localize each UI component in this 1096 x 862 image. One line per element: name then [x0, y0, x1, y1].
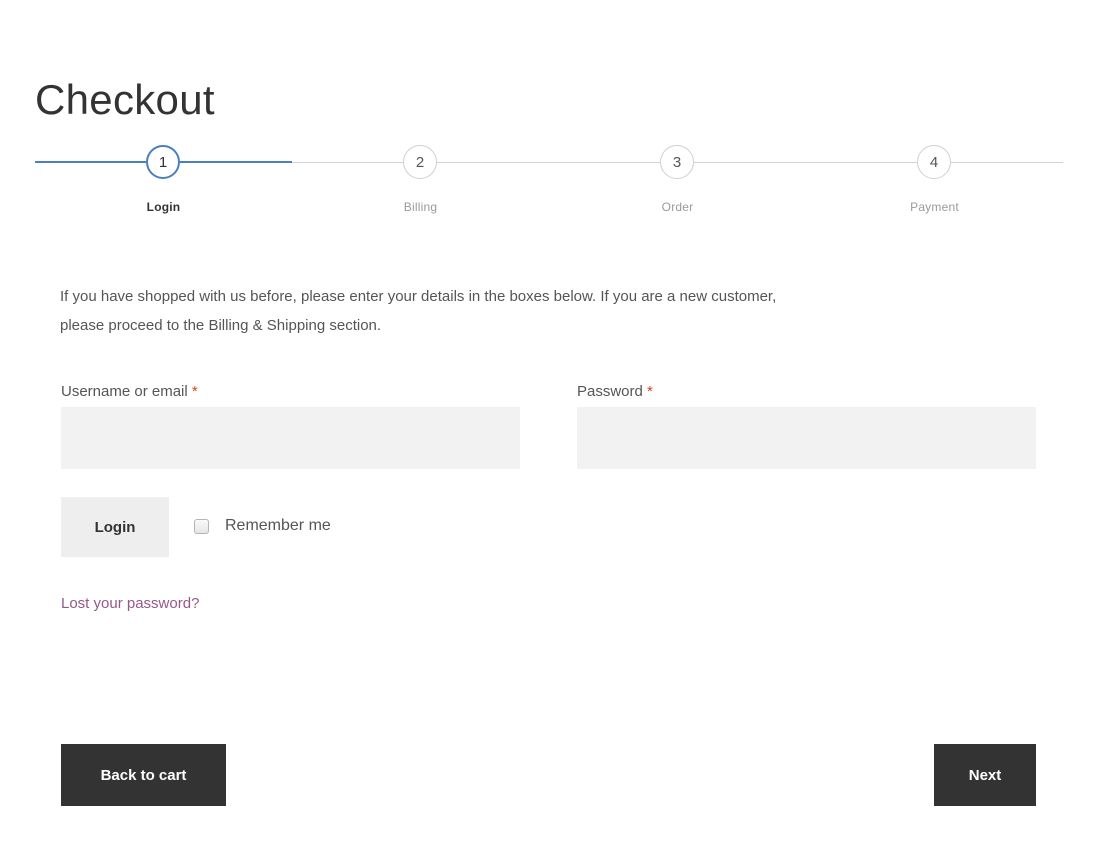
step-connector [180, 161, 292, 163]
checkout-page: Checkout 1 Login 2 Billing 3 Order 4 Pay… [0, 0, 1096, 862]
required-marker: * [191, 383, 198, 400]
step-payment[interactable]: 4 Payment [806, 144, 1063, 224]
step-order[interactable]: 3 Order [549, 144, 806, 224]
step-connector [951, 162, 1063, 163]
username-input[interactable] [61, 407, 520, 469]
step-billing[interactable]: 2 Billing [292, 144, 549, 224]
password-label-text: Password [577, 383, 643, 400]
step-label: Order [661, 200, 694, 214]
step-connector [35, 161, 146, 163]
step-number: 4 [917, 145, 951, 179]
lost-password-link[interactable]: Lost your password? [61, 595, 199, 612]
remember-me[interactable]: Remember me [194, 517, 331, 535]
required-marker: * [647, 383, 653, 400]
checkout-steps: 1 Login 2 Billing 3 Order 4 Payment [35, 144, 1063, 224]
step-number: 1 [146, 145, 180, 179]
username-label-text: Username or email [61, 383, 188, 400]
step-connector [292, 162, 403, 163]
page-title: Checkout [35, 76, 215, 123]
login-intro-text: If you have shopped with us before, plea… [60, 282, 1020, 340]
remember-me-label[interactable]: Remember me [225, 517, 331, 535]
step-connector [806, 162, 917, 163]
step-label: Login [146, 200, 181, 214]
password-label: Password * [577, 383, 653, 400]
step-label: Payment [910, 200, 959, 214]
next-button[interactable]: Next [934, 744, 1036, 806]
step-number: 3 [660, 145, 694, 179]
back-to-cart-button[interactable]: Back to cart [61, 744, 226, 806]
intro-line: please proceed to the Billing & Shipping… [60, 317, 382, 334]
step-connector [549, 162, 660, 163]
step-login[interactable]: 1 Login [35, 144, 292, 224]
step-connector [437, 162, 549, 163]
step-connector [694, 162, 806, 163]
username-label: Username or email * [61, 383, 198, 400]
login-button[interactable]: Login [61, 497, 169, 557]
password-input[interactable] [577, 407, 1036, 469]
intro-line: If you have shopped with us before, plea… [60, 288, 777, 305]
step-number: 2 [403, 145, 437, 179]
remember-me-checkbox[interactable] [194, 518, 209, 534]
step-label: Billing [403, 200, 438, 214]
